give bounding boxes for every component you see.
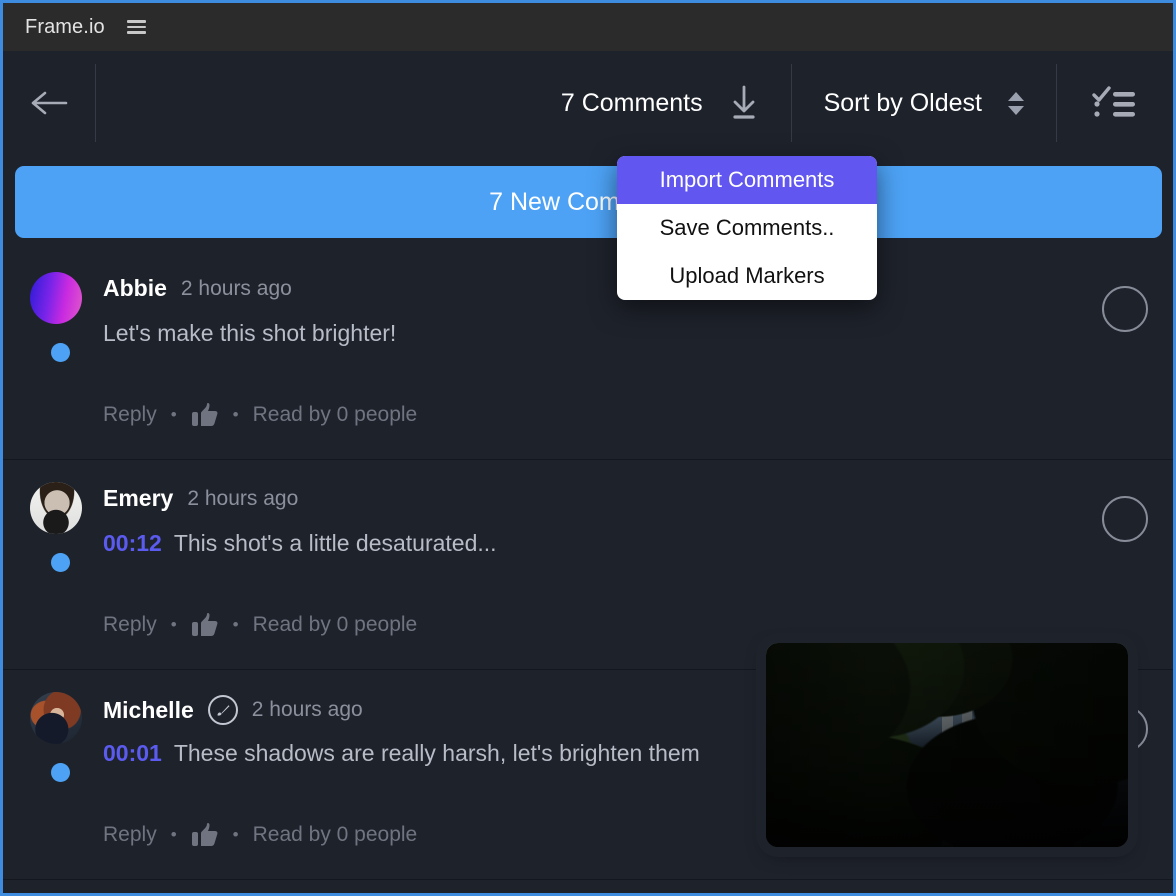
comment-author: Michelle [103, 696, 194, 723]
comment-actions: Reply • • Read by 0 people [103, 822, 417, 848]
complete-toggle[interactable] [1102, 496, 1148, 542]
menu-item-label: Save Comments.. [659, 215, 835, 240]
unread-indicator-dot [51, 343, 70, 362]
complete-toggle[interactable] [1102, 286, 1148, 332]
comment-header: Abbie 2 hours ago [103, 275, 292, 302]
like-button[interactable] [191, 612, 219, 638]
thumbs-up-icon [191, 403, 218, 426]
comment-time: 2 hours ago [180, 276, 292, 300]
avatar [30, 482, 82, 534]
comment-item[interactable]: Abbie 2 hours ago Let's make this shot b… [3, 250, 1173, 460]
thumbnail-shadow-overlay [766, 643, 1128, 847]
action-separator: • [170, 825, 177, 844]
comment-actions: Reply • • Read by 0 people [103, 612, 417, 638]
menu-item-label: Upload Markers [669, 263, 825, 288]
comment-header: Michelle 2 hours ago [103, 695, 363, 725]
action-separator: • [170, 615, 177, 634]
unread-indicator-dot [51, 763, 70, 782]
menu-item-import-comments[interactable]: Import Comments [617, 156, 877, 204]
read-by-label: Read by 0 people [252, 403, 418, 426]
thumbs-up-icon [191, 613, 218, 636]
comment-author: Abbie [103, 275, 167, 301]
comment-body: 00:12 This shot's a little desaturated..… [103, 530, 1083, 557]
comment-header: Emery 2 hours ago [103, 485, 298, 512]
avatar [30, 272, 82, 324]
toolbar-divider [95, 64, 96, 142]
reply-button[interactable]: Reply [103, 823, 157, 847]
comment-actions: Reply • • Read by 0 people [103, 402, 417, 428]
back-arrow-icon [31, 91, 68, 115]
sort-selector[interactable]: Sort by Oldest [792, 51, 1056, 155]
title-bar: Frame.io [3, 3, 1173, 51]
comments-count-group[interactable]: 7 Comments [529, 51, 791, 155]
read-by-label: Read by 0 people [252, 613, 418, 636]
paintbrush-circle-icon [207, 695, 238, 725]
menu-item-label: Import Comments [659, 167, 835, 192]
avatar [30, 692, 82, 744]
reply-button[interactable]: Reply [103, 403, 157, 427]
comment-item[interactable]: Emery 2 hours ago 00:12 This shot's a li… [3, 460, 1173, 670]
comment-time: 2 hours ago [187, 486, 299, 510]
comment-author: Emery [103, 485, 174, 511]
like-button[interactable] [191, 822, 219, 848]
action-separator: • [170, 405, 177, 424]
comments-panel: Frame.io 7 Comments Sort by Oldest 7 New… [0, 0, 1176, 896]
checklist-button[interactable] [1057, 51, 1173, 155]
import-export-dropdown-menu: Import Comments Save Comments.. Upload M… [617, 156, 877, 300]
comment-time: 2 hours ago [251, 698, 363, 721]
app-brand: Frame.io [25, 15, 105, 38]
comments-count-label: 7 Comments [560, 88, 703, 117]
sort-label: Sort by Oldest [823, 88, 982, 117]
comment-body: Let's make this shot brighter! [103, 320, 1083, 347]
read-by-label: Read by 0 people [252, 823, 418, 846]
comment-text: These shadows are really harsh, let's br… [173, 740, 700, 766]
comments-toolbar: 7 Comments Sort by Oldest [3, 51, 1173, 155]
menu-item-save-comments[interactable]: Save Comments.. [617, 204, 877, 252]
like-button[interactable] [191, 402, 219, 428]
comment-timecode[interactable]: 00:01 [103, 740, 162, 767]
hamburger-icon[interactable] [125, 17, 148, 37]
back-button[interactable] [3, 51, 95, 155]
up-down-chevron-icon[interactable] [1008, 91, 1024, 115]
action-separator-2: • [232, 615, 239, 634]
unread-indicator-dot [51, 553, 70, 572]
thumbs-up-icon [191, 823, 218, 846]
new-comments-banner[interactable]: 7 New Comments [15, 166, 1162, 238]
action-separator-2: • [232, 825, 239, 844]
menu-item-upload-markers[interactable]: Upload Markers [617, 252, 877, 300]
forest-video-thumbnail[interactable] [766, 643, 1128, 847]
download-icon [732, 85, 755, 119]
reply-button[interactable]: Reply [103, 613, 157, 637]
action-separator-2: • [232, 405, 239, 424]
comment-text: Let's make this shot brighter! [103, 320, 397, 346]
comment-timecode[interactable]: 00:12 [103, 530, 162, 557]
download-comments-button[interactable] [729, 83, 759, 123]
checklist-icon [1092, 86, 1135, 117]
comment-text: This shot's a little desaturated... [173, 530, 497, 556]
